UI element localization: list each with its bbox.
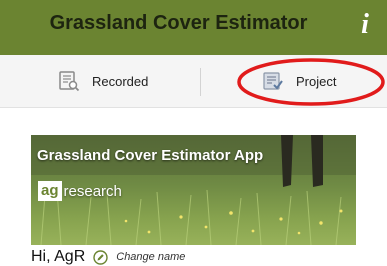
edit-pencil-icon[interactable]: [93, 249, 108, 265]
red-highlight-ellipse: [237, 58, 385, 106]
greeting-text: Hi, AgR: [31, 248, 86, 265]
logo-word: research: [63, 182, 122, 200]
banner-title: Grassland Cover Estimator App: [37, 147, 264, 164]
logo-mark: ag: [38, 181, 62, 201]
agresearch-logo: ag research: [38, 179, 122, 203]
tab-divider: [200, 68, 201, 96]
info-icon[interactable]: i: [353, 9, 377, 41]
user-greeting: Hi, AgR Change name: [31, 248, 185, 266]
change-name-link[interactable]: Change name: [116, 251, 185, 263]
recorded-list-icon: [59, 71, 80, 92]
app-header: Grassland Cover Estimator i: [0, 0, 387, 55]
app-title: Grassland Cover Estimator: [49, 12, 308, 34]
app-banner: Grassland Cover Estimator App ag researc…: [31, 135, 356, 245]
tab-recorded[interactable]: Recorded: [58, 55, 148, 107]
tab-recorded-label: Recorded: [92, 73, 149, 89]
